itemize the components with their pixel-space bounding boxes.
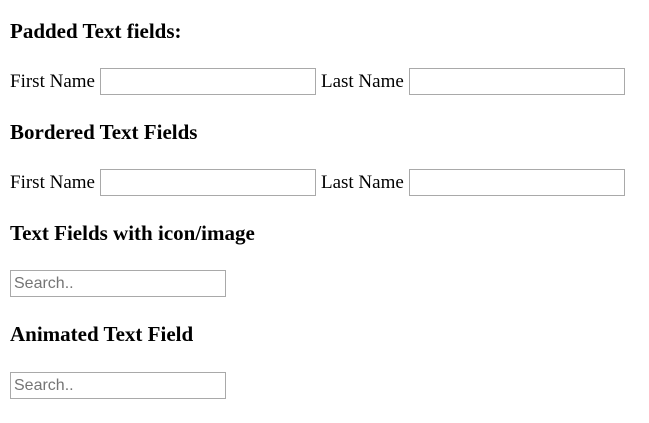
padded-first-name-input[interactable] (99, 68, 316, 95)
last-name-label: Last Name (320, 171, 404, 193)
icon-section-title: Text Fields with icon/image (10, 221, 255, 245)
padded-fields-row: First Name Last Name (10, 68, 630, 95)
bordered-fields-row: First Name Last Name (10, 169, 630, 196)
first-name-label: First Name (10, 70, 95, 92)
icon-search-input[interactable] (10, 270, 226, 297)
bordered-last-name-input[interactable] (408, 169, 625, 196)
last-name-label: Last Name (320, 70, 404, 92)
bordered-section-title: Bordered Text Fields (10, 120, 198, 144)
first-name-label: First Name (10, 171, 95, 193)
padded-section-title: Padded Text fields: (10, 19, 182, 43)
bordered-first-name-input[interactable] (99, 169, 316, 196)
animated-section-title: Animated Text Field (10, 322, 194, 346)
padded-last-name-input[interactable] (408, 68, 625, 95)
animated-search-input[interactable] (10, 372, 226, 399)
